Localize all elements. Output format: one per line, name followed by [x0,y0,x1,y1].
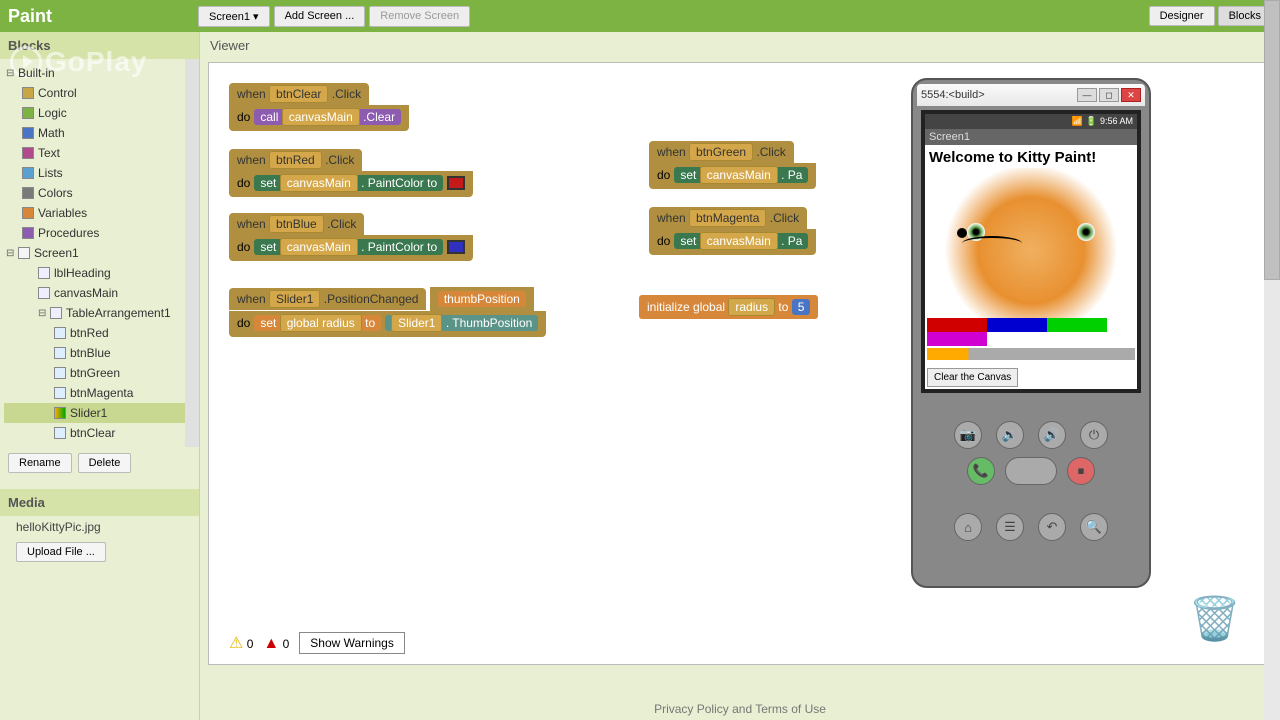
rename-button[interactable]: Rename [8,453,72,473]
end-call-icon[interactable]: ⏹ [1067,457,1095,485]
show-warnings-button[interactable]: Show Warnings [299,632,405,654]
block-btnblue-click[interactable]: when btnBlue .Click do set canvasMain . … [229,213,473,261]
emulator-statusbar: 📶🔋9:56 AM [925,114,1137,129]
btn-red[interactable] [927,318,987,332]
maximize-icon[interactable]: ◻ [1099,88,1119,102]
tree-text[interactable]: Text [4,143,195,163]
call-icon[interactable]: 📞 [967,457,995,485]
tree-colors[interactable]: Colors [4,183,195,203]
tree-btnblue[interactable]: btnBlue [4,343,195,363]
tree-lblheading[interactable]: lblHeading [4,263,195,283]
color-red-swatch [447,176,465,190]
menu-icon[interactable]: ☰ [996,513,1024,541]
emulator-hw-row1: 📷 🔉 🔊 ⏻ [917,421,1145,449]
trash-icon[interactable]: 🗑️ [1189,595,1241,644]
error-icon: ▲ [263,635,279,652]
tree-btnclear[interactable]: btnClear [4,423,195,443]
dpad-center[interactable] [1005,457,1057,485]
tree-slider1[interactable]: Slider1 [4,403,195,423]
emulator-dpad: 📞 ⏹ [917,457,1145,485]
emulator-app: Welcome to Kitty Paint! Clear the [925,145,1137,389]
block-btnred-click[interactable]: when btnRed .Click do set canvasMain . P… [229,149,473,197]
add-screen-button[interactable]: Add Screen ... [274,6,366,27]
radius-slider[interactable] [927,348,1135,360]
remove-screen-button[interactable]: Remove Screen [369,6,470,27]
user-drawing-dot [957,228,967,238]
cat-canvas[interactable] [927,168,1135,318]
block-btngreen-click[interactable]: when btnGreen .Click do set canvasMain .… [649,141,816,189]
block-init-radius[interactable]: initialize global radius to 5 [639,295,818,319]
btn-blue[interactable] [987,318,1047,332]
tree-logic[interactable]: Logic [4,103,195,123]
user-drawing [962,236,1022,251]
color-buttons [927,318,1135,346]
viewer-area: Viewer when btnClear .Click do call canv… [200,32,1280,720]
top-toolbar: Paint Screen1 ▾ Add Screen ... Remove Sc… [0,0,1280,32]
app-title: Paint [8,6,198,27]
minimize-icon[interactable]: — [1077,88,1097,102]
btn-green[interactable] [1047,318,1107,332]
warnings-panel: ⚠ 0 ▲ 0 Show Warnings [229,632,405,654]
blocks-panel-label: Blocks [0,32,199,59]
tree-tablearrangement[interactable]: ⊟TableArrangement1 [4,303,195,323]
tree-btngreen[interactable]: btnGreen [4,363,195,383]
power-icon[interactable]: ⏻ [1080,421,1108,449]
back-icon[interactable]: ↶ [1038,513,1066,541]
screen-dropdown[interactable]: Screen1 ▾ [198,6,270,27]
emulator-hw-row3: ⌂ ☰ ↶ 🔍 [917,513,1145,541]
media-item[interactable]: helloKittyPic.jpg [0,516,199,538]
warning-icon: ⚠ [229,635,243,652]
search-icon[interactable]: 🔍 [1080,513,1108,541]
tree-procedures[interactable]: Procedures [4,223,195,243]
tree-btnmagenta[interactable]: btnMagenta [4,383,195,403]
close-icon[interactable]: ✕ [1121,88,1141,102]
viewer-label: Viewer [200,32,1280,59]
tree-variables[interactable]: Variables [4,203,195,223]
emulator-screen: 📶🔋9:56 AM Screen1 Welcome to Kitty Paint… [921,110,1141,393]
upload-file-button[interactable]: Upload File ... [16,542,106,562]
tree-screen1[interactable]: ⊟ Screen1 [4,243,195,263]
sidebar: Blocks GoPlay ⊟ Built-in Control Logic M… [0,32,200,720]
welcome-label: Welcome to Kitty Paint! [927,147,1135,168]
tree-builtin[interactable]: ⊟ Built-in [4,63,195,83]
tree-control[interactable]: Control [4,83,195,103]
screen-buttons: Screen1 ▾ Add Screen ... Remove Screen [198,6,470,27]
btn-magenta[interactable] [927,332,987,346]
media-panel-label: Media [0,489,199,516]
blocks-tree: ⊟ Built-in Control Logic Math Text Lists… [0,59,199,447]
delete-button[interactable]: Delete [78,453,132,473]
emulator-window[interactable]: 5554:<build> — ◻ ✕ 📶🔋9:56 AM Screen1 Wel… [911,78,1151,588]
page-scrollbar[interactable] [1264,0,1280,720]
vol-down-icon[interactable]: 🔉 [996,421,1024,449]
blocks-canvas[interactable]: when btnClear .Click do call canvasMain … [208,62,1272,665]
battery-icon: 🔋 [1086,116,1097,127]
tree-lists[interactable]: Lists [4,163,195,183]
tree-canvasmain[interactable]: canvasMain [4,283,195,303]
tree-scrollbar[interactable] [185,59,199,447]
block-btnclear-click[interactable]: when btnClear .Click do call canvasMain … [229,83,409,131]
emulator-titlebar[interactable]: 5554:<build> — ◻ ✕ [917,84,1145,106]
tree-btnred[interactable]: btnRed [4,323,195,343]
color-blue-swatch [447,240,465,254]
vol-up-icon[interactable]: 🔊 [1038,421,1066,449]
block-btnmagenta-click[interactable]: when btnMagenta .Click do set canvasMain… [649,207,816,255]
tree-math[interactable]: Math [4,123,195,143]
emulator-screen-title: Screen1 [925,129,1137,145]
block-slider-positionchanged[interactable]: when Slider1 .PositionChanged thumbPosit… [229,287,546,337]
home-icon[interactable]: ⌂ [954,513,982,541]
signal-icon: 📶 [1072,116,1083,127]
footer-link[interactable]: Privacy Policy and Terms of Use [200,702,1280,716]
clear-canvas-button[interactable]: Clear the Canvas [927,368,1018,387]
camera-icon[interactable]: 📷 [954,421,982,449]
designer-mode-button[interactable]: Designer [1149,6,1215,26]
emulator-title: 5554:<build> [921,89,985,101]
